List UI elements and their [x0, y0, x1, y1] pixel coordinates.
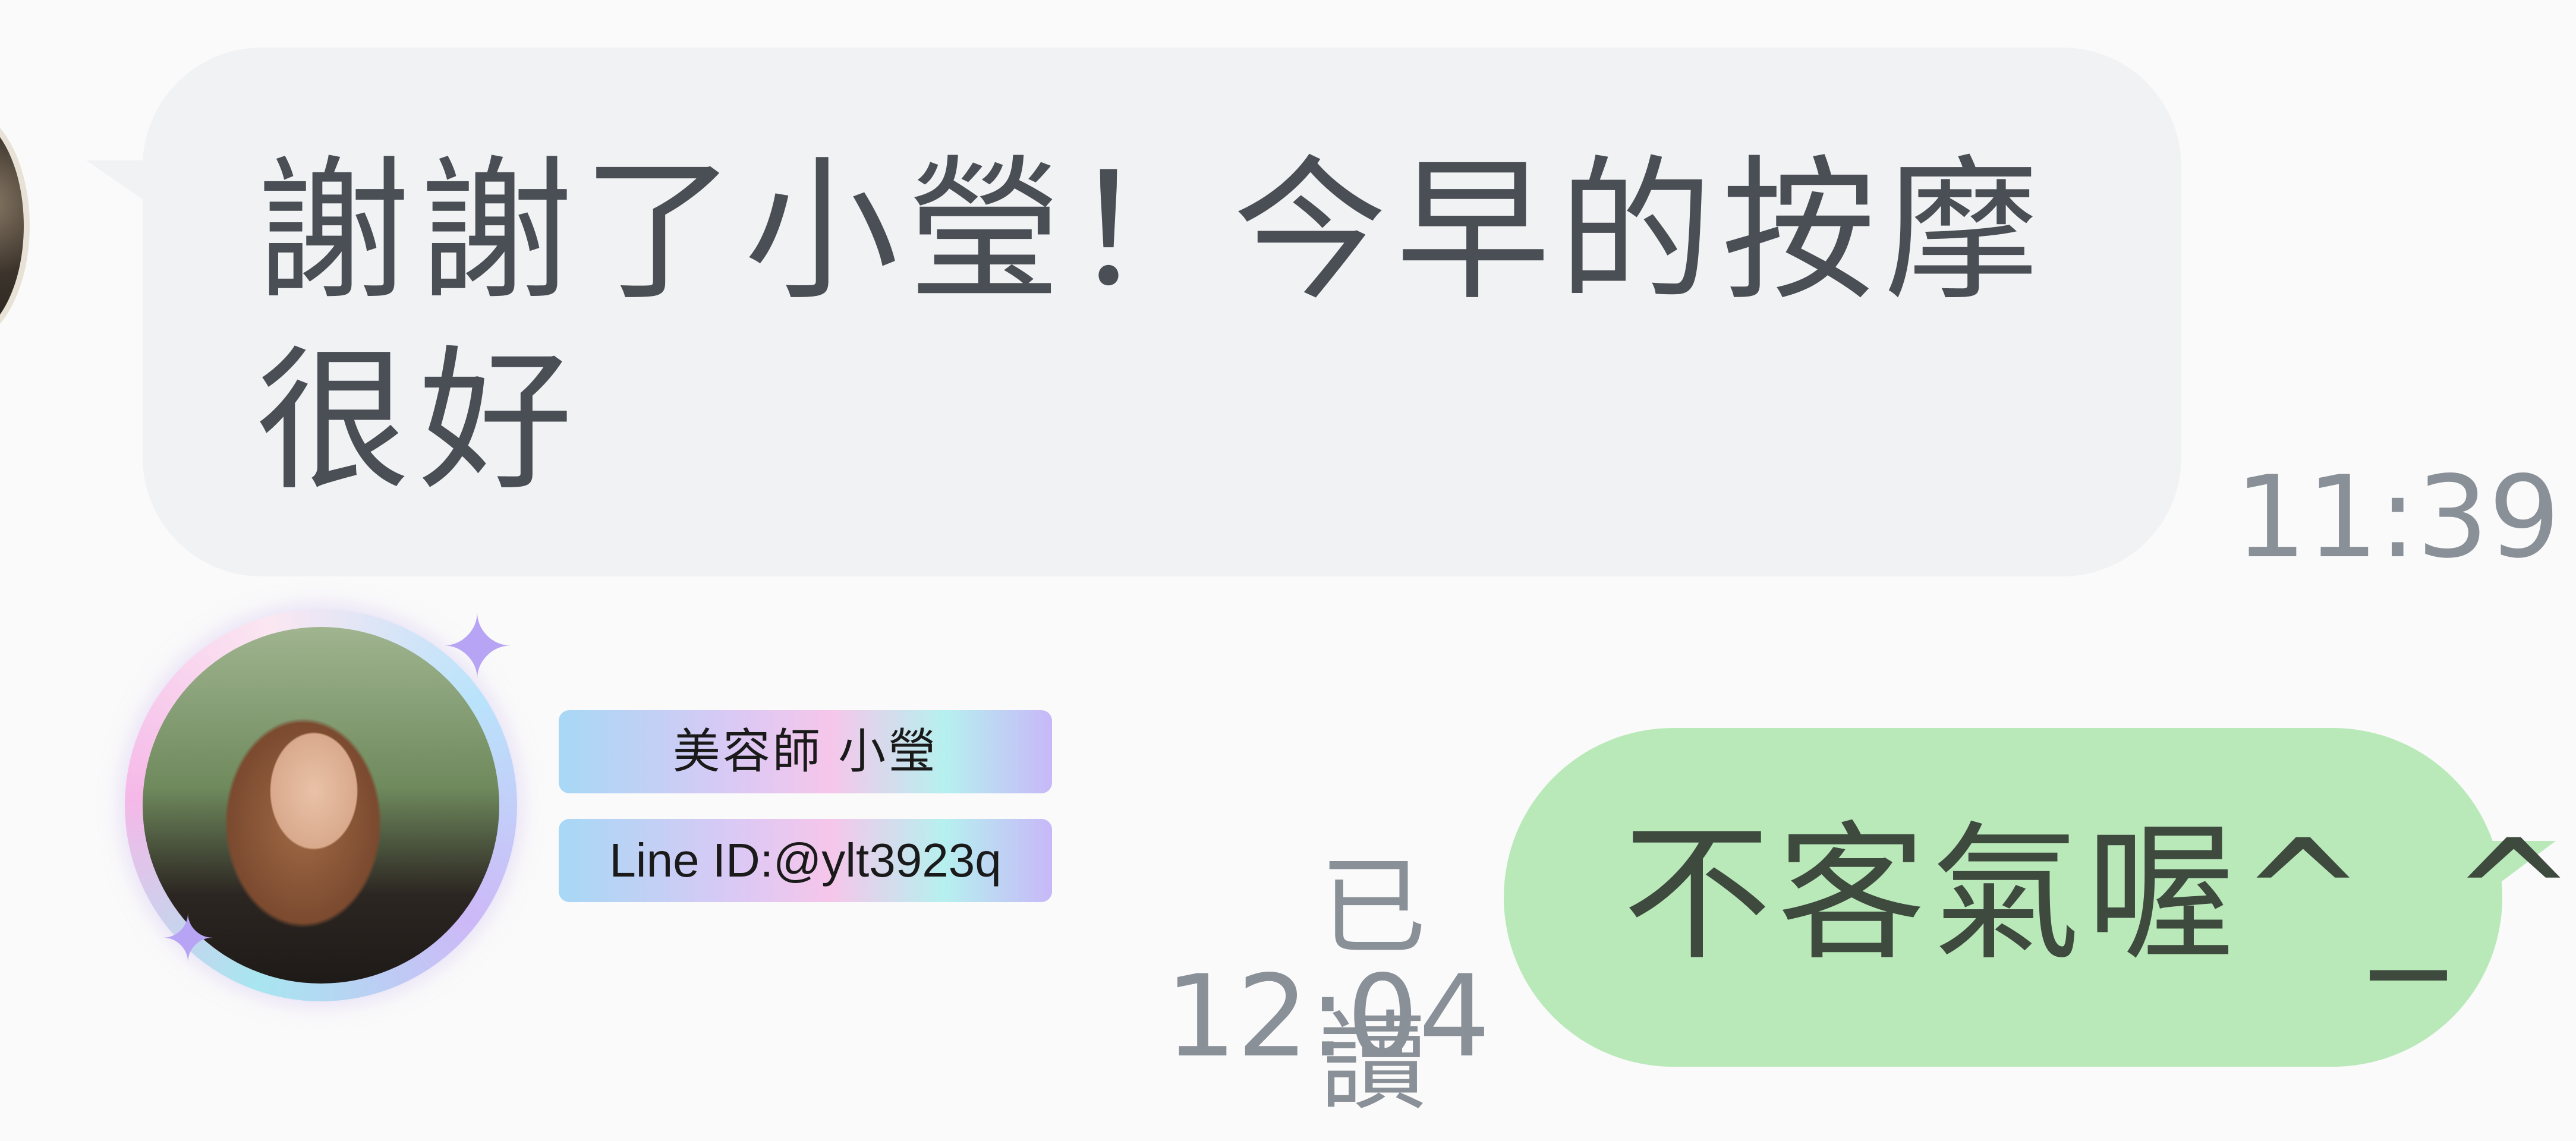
incoming-message-bubble[interactable]: 謝謝了小瑩！今早的按摩很好: [86, 48, 2181, 576]
outgoing-message-bubble[interactable]: 不客氣喔^_^: [1504, 728, 2576, 1067]
profile-card-avatar[interactable]: ✦ ✦: [125, 603, 517, 1001]
sender-avatar[interactable]: [0, 107, 30, 345]
outgoing-message-text: 不客氣喔^_^: [1623, 808, 2576, 981]
sparkle-icon: ✦: [160, 901, 216, 977]
incoming-message-time: 11:39: [2235, 452, 2561, 583]
outgoing-message-time: 12:04: [1165, 951, 1491, 1082]
profile-line-id-label: Line ID:@ylt3923q: [559, 819, 1052, 902]
profile-name-label: 美容師 小瑩: [559, 710, 1052, 793]
incoming-bubble-tail: [86, 160, 181, 226]
sparkle-icon: ✦: [440, 596, 515, 699]
chat-view: 謝謝了小瑩！今早的按摩很好 11:39 ✦ ✦ 美容師 小瑩 Line ID:@…: [0, 0, 2576, 1141]
incoming-message-text: 謝謝了小瑩！今早的按摩很好: [256, 142, 2047, 512]
